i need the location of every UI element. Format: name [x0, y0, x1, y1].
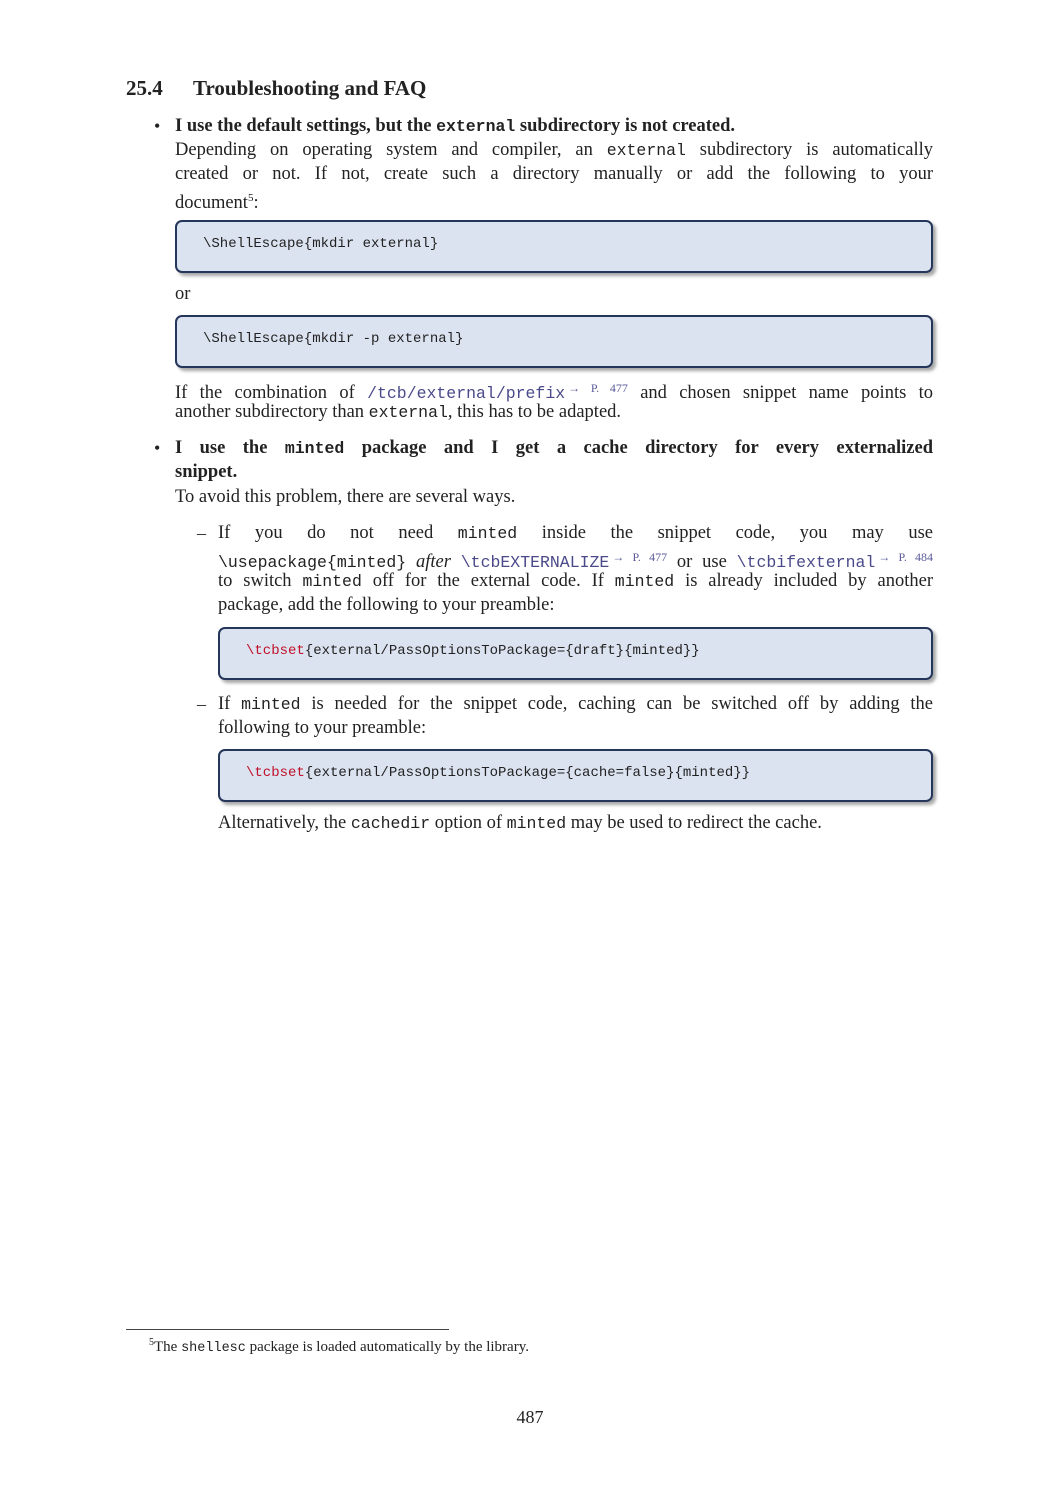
text: to switch [218, 571, 303, 591]
text-line: or [175, 282, 933, 306]
footnote-text: The [154, 1339, 182, 1355]
code-body: \ShellEscape{mkdir external} [203, 236, 439, 252]
section-title: Troubleshooting and FAQ [193, 76, 427, 100]
text-line: to switch minted off for the external co… [218, 569, 933, 593]
text: : [253, 193, 259, 214]
section-number: 25.4 [126, 76, 163, 100]
code-body: {external/PassOptionsToPackage={cache=fa… [304, 765, 751, 781]
code-listing: \tcbset{external/PassOptionsToPackage={c… [218, 749, 933, 802]
text: document [175, 193, 248, 214]
footnote-rule [126, 1329, 449, 1330]
page-reference[interactable]: → P. 477 [612, 550, 667, 564]
text: created or not. If not, create such a di… [175, 164, 933, 184]
code-text: \tcbset{external/PassOptionsToPackage={c… [246, 765, 750, 781]
text-line: following to your preamble: [218, 716, 933, 740]
text-line: If minted is needed for the snippet code… [218, 692, 933, 716]
text: option of [430, 813, 507, 833]
page-reference[interactable]: → P. 477 [568, 381, 628, 395]
text-line: To avoid this problem, there are several… [175, 485, 933, 509]
dash-marker: – [197, 694, 206, 714]
footnote-text: package is loaded automatically by the l… [245, 1339, 529, 1355]
code-text: \ShellEscape{mkdir -p external} [203, 331, 463, 347]
text: To avoid this problem, there are several… [175, 487, 516, 507]
bullet-marker: • [154, 116, 161, 136]
bold-text: package and I get a cache directory for … [344, 438, 934, 458]
bold-text: snippet. [175, 462, 238, 482]
code-text: \ShellEscape{mkdir external} [203, 236, 438, 252]
text-line: snippet. [175, 460, 933, 484]
text-line: Alternatively, the cachedir option of mi… [218, 811, 933, 835]
code-body: {external/PassOptionsToPackage={draft}{m… [304, 643, 700, 659]
inline-code: external [368, 403, 448, 422]
code-listing: \ShellEscape{mkdir -p external} [175, 315, 933, 368]
text: following to your preamble: [218, 718, 427, 738]
text: inside the snippet code, you may use [517, 523, 933, 543]
bold-code: minted [284, 439, 345, 458]
text-line: document5: [175, 186, 933, 214]
text-line: I use the minted package and I get a cac… [175, 436, 933, 460]
text: If [218, 694, 242, 714]
text: is needed for the snippet code, caching … [300, 694, 933, 714]
text: Depending on operating system and compil… [175, 140, 607, 160]
text-line: Depending on operating system and compil… [175, 138, 933, 162]
text: , this has to be adapted. [447, 402, 622, 422]
text-line: If the combination of /tcb/external/pref… [175, 376, 933, 403]
text-line: package, add the following to your pream… [218, 593, 933, 617]
bold-code: external [436, 117, 516, 136]
text-line: another subdirectory than external, this… [175, 400, 933, 424]
code-listing: \tcbset{external/PassOptionsToPackage={d… [218, 627, 933, 680]
text-line: If you do not need minted inside the sni… [218, 521, 933, 545]
page-number: 487 [516, 1407, 544, 1427]
inline-code: minted [506, 814, 567, 833]
bullet-marker: • [154, 438, 161, 458]
bold-text: subdirectory is not created. [515, 116, 736, 136]
code-text: \tcbset{external/PassOptionsToPackage={d… [246, 643, 700, 659]
text: package, add the following to your pream… [218, 595, 555, 615]
text: Alternatively, the [218, 813, 351, 833]
inline-code: cachedir [350, 814, 431, 833]
text-line: created or not. If not, create such a di… [175, 162, 933, 186]
dash-marker: – [197, 523, 206, 543]
inline-code: minted [457, 524, 518, 543]
page-reference[interactable]: → P. 484 [878, 550, 933, 564]
text: or [175, 284, 191, 304]
inline-code: external [606, 141, 686, 160]
text: another subdirectory than [175, 402, 369, 422]
inline-code: minted [302, 572, 362, 591]
text-line: \usepackage{minted} after \tcbEXTERNALIZ… [218, 545, 933, 572]
code-keyword: \tcbset [246, 643, 305, 659]
bold-text: I use the default settings, but the [175, 116, 437, 136]
footnote-code: shellesc [181, 1341, 246, 1356]
bold-text: I use the [175, 438, 285, 458]
inline-code: minted [241, 695, 301, 714]
text: If you do not need [218, 523, 458, 543]
code-listing: \ShellEscape{mkdir external} [175, 220, 933, 273]
footnote: 5The shellesc package is loaded automati… [149, 1333, 529, 1359]
code-keyword: \tcbset [246, 765, 305, 781]
text: off for the external code. If [361, 571, 615, 591]
text-line: I use the default settings, but the exte… [175, 114, 933, 138]
text: may be used to redirect the cache. [566, 813, 822, 833]
text: subdirectory is automatically [685, 140, 933, 160]
text: is already included by another [674, 571, 934, 591]
inline-code: minted [614, 572, 675, 591]
code-body: \ShellEscape{mkdir -p external} [203, 331, 464, 347]
